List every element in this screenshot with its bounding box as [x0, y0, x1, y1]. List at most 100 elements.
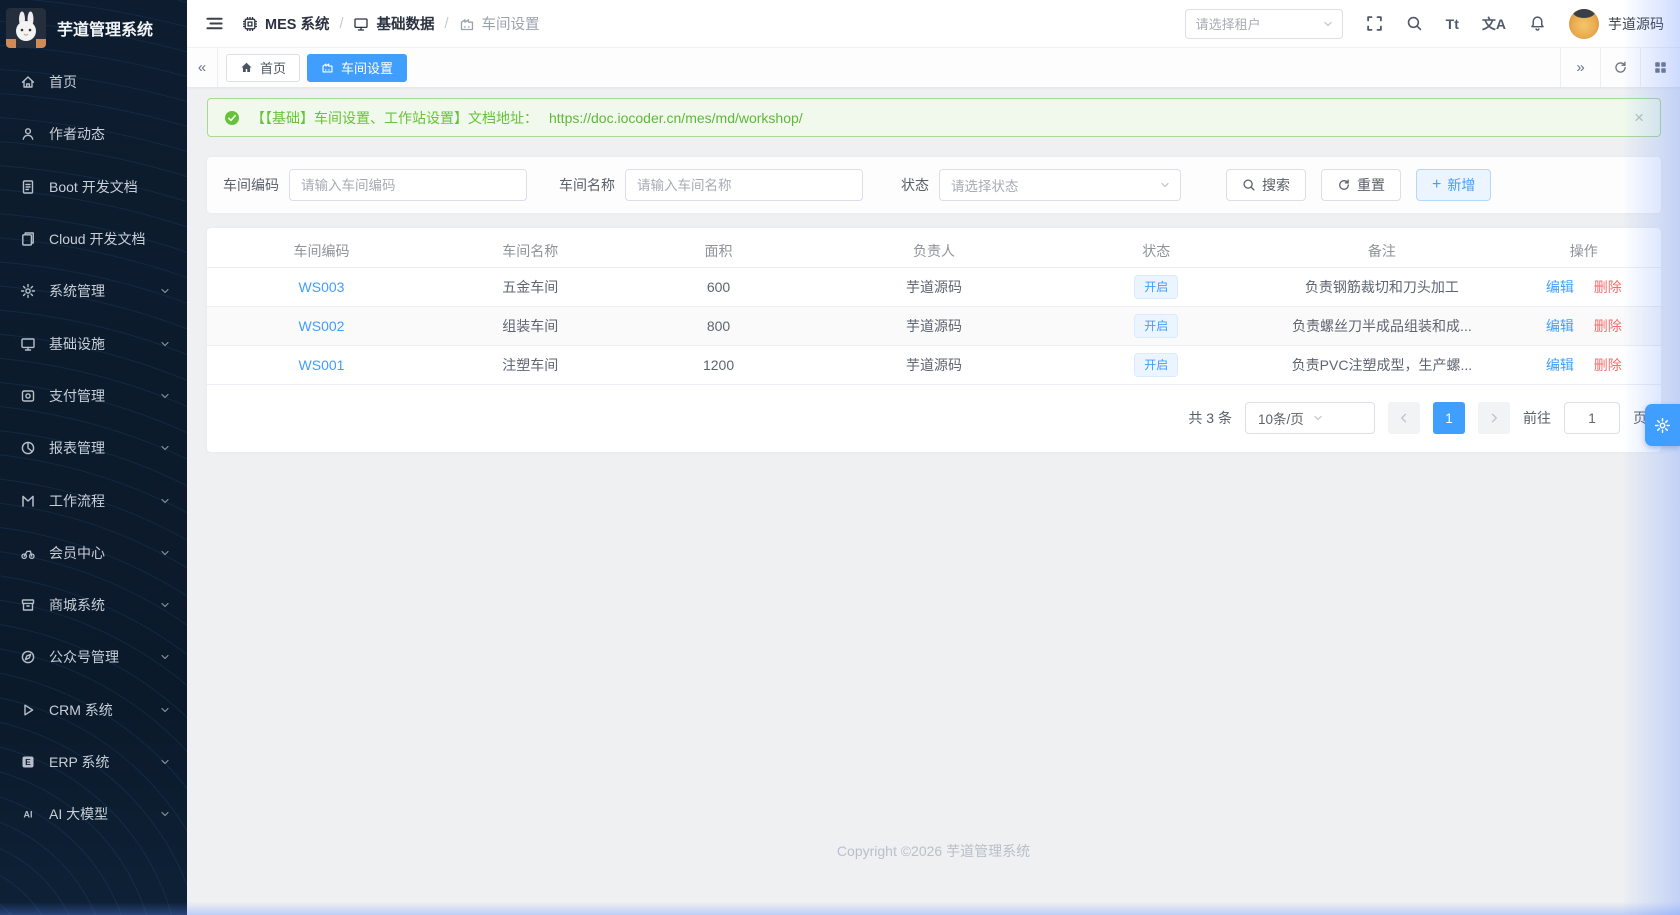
sidebar-item-label: Boot 开发文档: [49, 177, 138, 197]
sidebar-item-erp[interactable]: E ERP 系统: [0, 736, 187, 788]
sidebar-item-report[interactable]: 报表管理: [0, 422, 187, 474]
search-icon[interactable]: [1406, 15, 1423, 32]
workshop-code-link[interactable]: WS003: [299, 279, 345, 295]
breadcrumb-item-mes[interactable]: MES 系统: [242, 13, 329, 34]
sidebar-item-mall[interactable]: 商城系统: [0, 579, 187, 631]
alert-doc-link[interactable]: https://doc.iocoder.cn/mes/md/workshop/: [549, 110, 803, 126]
chevron-down-icon: [159, 495, 171, 507]
edit-button[interactable]: 编辑: [1546, 357, 1574, 373]
sidebar-item-label: 支付管理: [49, 386, 105, 406]
sidebar-item-author[interactable]: 作者动态: [0, 108, 187, 160]
workshop-code-link[interactable]: WS001: [299, 357, 345, 373]
column-header: 面积: [624, 241, 812, 261]
workshop-name-cell: 组装车间: [436, 316, 624, 336]
payment-icon: [20, 388, 36, 404]
close-icon[interactable]: ×: [1634, 109, 1644, 126]
edit-button[interactable]: 编辑: [1546, 279, 1574, 295]
compass-icon: [20, 649, 36, 665]
chevron-down-icon: [159, 390, 171, 402]
sidebar-item-boot-doc[interactable]: Boot 开发文档: [0, 161, 187, 213]
sidebar-item-home[interactable]: 首页: [0, 56, 187, 108]
main-area: MES 系统 / 基础数据 / 车间设置 请选择租户 Tt 文A: [187, 0, 1680, 915]
document-icon: [20, 179, 36, 195]
font-size-icon[interactable]: Tt: [1446, 16, 1459, 32]
reset-button[interactable]: 重置: [1321, 169, 1401, 201]
workshop-code-link[interactable]: WS002: [299, 318, 345, 334]
table-row: WS003 五金车间 600 芋道源码 开启 负责钢筋裁切和刀头加工 编辑 删除: [207, 268, 1661, 307]
grid-layout-icon[interactable]: [1640, 48, 1680, 87]
theme-settings-button[interactable]: [1645, 404, 1680, 446]
page-number-current[interactable]: 1: [1433, 402, 1465, 434]
page-size-select[interactable]: 10条/页: [1245, 402, 1375, 434]
tab-home[interactable]: 首页: [226, 54, 300, 82]
chevron-down-icon: [159, 442, 171, 454]
delete-button[interactable]: 删除: [1594, 279, 1622, 295]
hamburger-icon[interactable]: [205, 14, 224, 33]
next-page-button[interactable]: [1478, 402, 1510, 434]
workshop-name-input[interactable]: [625, 169, 863, 201]
sidebar-item-label: 工作流程: [49, 491, 105, 511]
sidebar-item-label: 作者动态: [49, 124, 105, 144]
avatar: [1569, 9, 1599, 39]
chevron-down-icon: [1312, 412, 1366, 424]
workshop-table: 车间编码 车间名称 面积 负责人 状态 备注 操作 WS003 五金车间 600…: [207, 228, 1661, 452]
sidebar-item-workflow[interactable]: 工作流程: [0, 474, 187, 526]
column-header: 操作: [1507, 241, 1661, 261]
sidebar-item-ai[interactable]: AI AI 大模型: [0, 788, 187, 840]
translate-icon[interactable]: 文A: [1482, 14, 1506, 34]
fullscreen-icon[interactable]: [1366, 15, 1383, 32]
workshop-name-label: 车间名称: [559, 175, 615, 195]
page-content: 【【基础】车间设置、工作站设置】文档地址： https://doc.iocode…: [187, 88, 1680, 875]
remark-cell: 负责螺丝刀半成品组装和成...: [1257, 316, 1506, 336]
sidebar-item-member[interactable]: 会员中心: [0, 527, 187, 579]
chevron-down-icon: [159, 756, 171, 768]
chevron-down-icon: [159, 651, 171, 663]
prev-page-button[interactable]: [1388, 402, 1420, 434]
sidebar-item-system[interactable]: 系统管理: [0, 265, 187, 317]
app-logo[interactable]: 芋道管理系统: [0, 0, 187, 56]
search-button[interactable]: 搜索: [1226, 169, 1306, 201]
workshop-icon: [459, 16, 475, 32]
delete-button[interactable]: 删除: [1594, 357, 1622, 373]
goto-page-input[interactable]: [1564, 402, 1620, 434]
tab-workshop-settings[interactable]: 车间设置: [307, 54, 407, 82]
sidebar-item-label: ERP 系统: [49, 752, 109, 772]
chevron-down-icon: [159, 704, 171, 716]
alert-text: 【【基础】车间设置、工作站设置】文档地址：: [251, 108, 538, 128]
page-size-value: 10条/页: [1258, 408, 1312, 428]
sidebar-item-official-account[interactable]: 公众号管理: [0, 631, 187, 683]
tabs-collapse-button[interactable]: «: [187, 48, 218, 87]
column-header: 状态: [1055, 241, 1257, 261]
sidebar-item-cloud-doc[interactable]: Cloud 开发文档: [0, 213, 187, 265]
sidebar-item-label: 会员中心: [49, 543, 105, 563]
breadcrumb-item-base-data[interactable]: 基础数据: [353, 13, 434, 34]
delete-button[interactable]: 删除: [1594, 318, 1622, 334]
tab-label: 车间设置: [341, 58, 393, 77]
add-button[interactable]: + 新增: [1416, 169, 1491, 201]
sidebar-item-infra[interactable]: 基础设施: [0, 317, 187, 369]
edit-button[interactable]: 编辑: [1546, 318, 1574, 334]
tenant-select[interactable]: 请选择租户: [1185, 9, 1343, 39]
refresh-icon[interactable]: [1600, 48, 1640, 87]
mall-icon: [20, 597, 36, 613]
sidebar: 芋道管理系统 首页 作者动态 Boot 开发文档 Cloud 开发文档 系统管理…: [0, 0, 187, 915]
owner-cell: 芋道源码: [813, 355, 1056, 375]
table-header-row: 车间编码 车间名称 面积 负责人 状态 备注 操作: [207, 234, 1661, 268]
user-menu[interactable]: 芋道源码: [1569, 9, 1664, 39]
copyright-footer: Copyright ©2026 芋道管理系统: [187, 841, 1680, 861]
sidebar-item-label: 首页: [49, 72, 77, 92]
doc-alert: 【【基础】车间设置、工作站设置】文档地址： https://doc.iocode…: [207, 98, 1661, 137]
refresh-icon: [1337, 178, 1351, 192]
sidebar-item-crm[interactable]: CRM 系统: [0, 684, 187, 736]
breadcrumb-label: 基础数据: [376, 13, 434, 34]
status-badge: 开启: [1134, 275, 1178, 299]
workshop-code-input[interactable]: [289, 169, 527, 201]
ai-icon: AI: [20, 806, 36, 822]
bell-icon[interactable]: [1529, 15, 1546, 32]
column-header: 负责人: [813, 241, 1056, 261]
chevron-down-icon: [1322, 18, 1334, 30]
sidebar-item-payment[interactable]: 支付管理: [0, 370, 187, 422]
tabs-expand-button[interactable]: »: [1560, 48, 1600, 87]
pie-chart-icon: [20, 440, 36, 456]
status-select[interactable]: 请选择状态: [939, 169, 1181, 201]
